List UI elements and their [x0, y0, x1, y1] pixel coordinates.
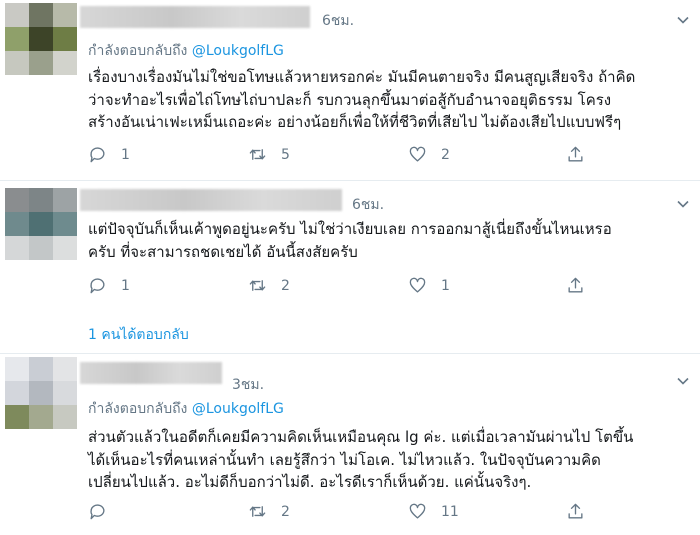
- replying-to-label: กำลังตอบกลับถึง: [88, 43, 188, 59]
- like-count: 1: [441, 277, 450, 294]
- tweet-text: ส่วนตัวแล้วในอดีตก็เคยมีความคิดเห็นเหมือ…: [88, 426, 688, 494]
- replying-to-handle[interactable]: @LoukgolfLG: [192, 401, 284, 417]
- reply-button[interactable]: 1: [88, 276, 130, 295]
- replying-to: กำลังตอบกลับถึง @LoukgolfLG: [88, 398, 284, 420]
- share-button[interactable]: [566, 145, 585, 164]
- tweet-text-line: สร้างอันเน่าเฟะเหม็นเถอะค่ะ อย่างน้อยก็เ…: [88, 113, 622, 131]
- show-replies-link[interactable]: 1 คนได้ตอบกลับ: [88, 324, 189, 346]
- tweet-text-line: ได้เห็นอะไรที่คนเหล่านั้นทำ เลยรู้สึกว่า…: [88, 450, 601, 469]
- tweet-timestamp[interactable]: 3ชม.: [232, 374, 264, 396]
- retweet-icon: [249, 280, 266, 291]
- replying-to-handle[interactable]: @LoukgolfLG: [192, 43, 284, 59]
- avatar[interactable]: [5, 3, 77, 75]
- like-icon: [409, 277, 426, 293]
- tweet-text-line: ครับ ที่จะสามารถชดเชยได้ อันนี้สงสัยครับ: [88, 242, 358, 261]
- avatar[interactable]: [5, 357, 77, 429]
- like-button[interactable]: 2: [408, 145, 450, 164]
- reply-count: 1: [121, 146, 130, 163]
- reply-button[interactable]: 1: [88, 145, 130, 164]
- share-button[interactable]: [566, 502, 585, 521]
- tweet-timestamp[interactable]: 6ชม.: [352, 194, 384, 216]
- tweet-text-line: เรื่องบางเรื่องมันไม่ใช่ขอโทษแล้วหายหรอก…: [88, 68, 636, 86]
- retweet-button[interactable]: 2: [248, 276, 290, 295]
- tweet-text-line: เปลี่ยนไปแล้ว. อะไม่ดีก็บอกว่าไม่ดี. อะไ…: [88, 473, 532, 491]
- user-name-blurred[interactable]: [80, 6, 310, 28]
- retweet-count: 2: [281, 277, 290, 294]
- retweet-count: 5: [281, 146, 290, 163]
- replying-to-label: กำลังตอบกลับถึง: [88, 401, 188, 417]
- tweet-actions: 2 11: [88, 502, 598, 524]
- reply-button[interactable]: [88, 502, 121, 521]
- like-icon: [409, 503, 426, 519]
- reply-count: 1: [121, 277, 130, 294]
- tweet-text-line: ว่าจะทำอะไรเพื่อไถ่โทษไถ่บาปละก็ รบกวนลุ…: [88, 90, 612, 109]
- share-icon: [568, 277, 583, 293]
- user-name-blurred[interactable]: [80, 189, 342, 211]
- retweet-icon: [249, 506, 266, 517]
- share-icon: [568, 503, 583, 519]
- like-button[interactable]: 11: [408, 502, 459, 521]
- reply-icon: [90, 504, 105, 520]
- retweet-button[interactable]: 5: [248, 145, 290, 164]
- reply-icon: [90, 278, 105, 294]
- replying-to: กำลังตอบกลับถึง @LoukgolfLG: [88, 40, 284, 62]
- share-icon: [568, 146, 583, 162]
- retweet-button[interactable]: 2: [248, 502, 290, 521]
- like-count: 2: [441, 146, 450, 163]
- like-button[interactable]: 1: [408, 276, 450, 295]
- tweet-text-line: แต่ปัจจุบันก็เห็นเค้าพูดอยู่นะครับ ไม่ใช…: [88, 220, 612, 238]
- chevron-down-icon[interactable]: [676, 374, 690, 388]
- tweet-text: เรื่องบางเรื่องมันไม่ใช่ขอโทษแล้วหายหรอก…: [88, 66, 688, 134]
- chevron-down-icon[interactable]: [676, 13, 690, 27]
- like-count: 11: [441, 503, 459, 520]
- tweet-actions: 1 2 1: [88, 276, 598, 298]
- chevron-down-icon[interactable]: [676, 197, 690, 211]
- tweet-timestamp[interactable]: 6ชม.: [322, 10, 354, 32]
- share-button[interactable]: [566, 276, 585, 295]
- reply-icon: [90, 147, 105, 163]
- tweet-1[interactable]: 6ชม. กำลังตอบกลับถึง @LoukgolfLG เรื่องบ…: [0, 0, 700, 181]
- retweet-count: 2: [281, 503, 290, 520]
- retweet-icon: [249, 149, 266, 160]
- tweet-2[interactable]: 6ชม. แต่ปัจจุบันก็เห็นเค้าพูดอยู่นะครับ …: [0, 181, 700, 354]
- tweet-actions: 1 5 2: [88, 145, 598, 167]
- tweet-text-line: ส่วนตัวแล้วในอดีตก็เคยมีความคิดเห็นเหมือ…: [88, 428, 634, 446]
- tweet-text: แต่ปัจจุบันก็เห็นเค้าพูดอยู่นะครับ ไม่ใช…: [88, 218, 688, 263]
- tweet-3[interactable]: 3ชม. กำลังตอบกลับถึง @LoukgolfLG ส่วนตัว…: [0, 354, 700, 535]
- user-name-blurred[interactable]: [80, 362, 222, 384]
- avatar[interactable]: [5, 188, 77, 260]
- like-icon: [409, 146, 426, 162]
